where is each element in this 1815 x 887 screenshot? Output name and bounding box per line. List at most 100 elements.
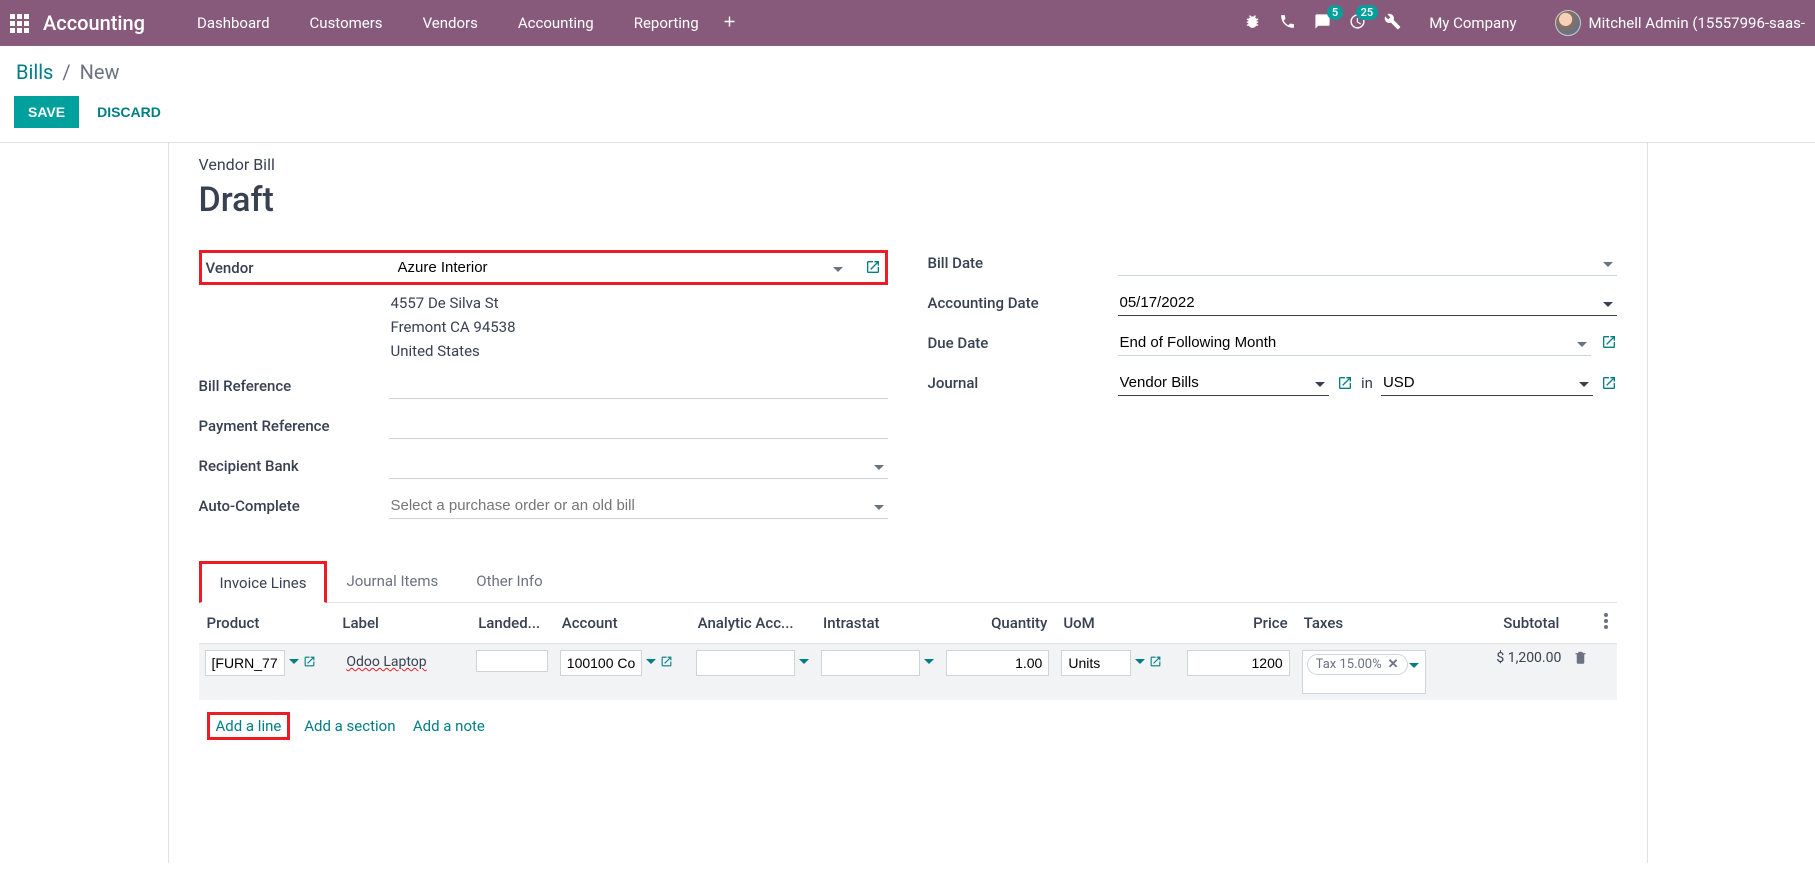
tools-icon[interactable] <box>1384 13 1401 34</box>
label-due-date: Due Date <box>928 330 1118 352</box>
nav-vendors[interactable]: Vendors <box>405 0 496 46</box>
price-input[interactable] <box>1187 650 1290 676</box>
col-price[interactable]: Price <box>1181 603 1296 644</box>
label-cell[interactable]: Odoo Laptop <box>340 650 464 674</box>
payment-reference-input[interactable] <box>389 413 888 439</box>
due-date-input[interactable] <box>1118 330 1591 356</box>
add-line-link[interactable]: Add a line <box>207 712 291 740</box>
bill-reference-input[interactable] <box>389 373 888 399</box>
chevron-down-icon <box>1135 655 1145 671</box>
breadcrumb-current: New <box>80 60 120 84</box>
col-delete <box>1567 603 1595 644</box>
activity-badge: 25 <box>1356 5 1379 20</box>
vendor-address: 4557 De Silva St Fremont CA 94538 United… <box>389 291 888 363</box>
nav-accounting[interactable]: Accounting <box>500 0 612 46</box>
top-nav: Accounting Dashboard Customers Vendors A… <box>0 0 1815 46</box>
analytic-account-input[interactable] <box>696 650 795 676</box>
chat-badge: 5 <box>1327 5 1343 20</box>
company-selector[interactable]: My Company <box>1429 14 1516 32</box>
add-actions-row: Add a line Add a section Add a note <box>199 700 1617 752</box>
bill-date-input[interactable] <box>1118 250 1617 276</box>
breadcrumb: Bills / New <box>0 46 1815 92</box>
tax-chip: Tax 15.00% ✕ <box>1307 654 1408 675</box>
invoice-lines-table: Product Label Landed... Account Analytic… <box>199 603 1617 752</box>
due-date-external-link-icon[interactable] <box>1601 330 1617 354</box>
col-intrastat[interactable]: Intrastat <box>815 603 940 644</box>
recipient-bank-input[interactable] <box>389 453 888 479</box>
nav-customers[interactable]: Customers <box>292 0 401 46</box>
table-row: Odoo Laptop <box>199 644 1617 701</box>
plus-icon[interactable] <box>721 13 738 34</box>
nav-dashboard[interactable]: Dashboard <box>179 0 288 46</box>
label-accounting-date: Accounting Date <box>928 290 1118 312</box>
col-label[interactable]: Label <box>334 603 470 644</box>
col-analytic[interactable]: Analytic Acc... <box>690 603 815 644</box>
add-note-link[interactable]: Add a note <box>413 717 485 735</box>
activity-icon[interactable]: 25 <box>1349 13 1366 34</box>
tax-remove-icon[interactable]: ✕ <box>1388 657 1399 672</box>
col-options[interactable] <box>1596 603 1617 644</box>
vendor-external-link-icon[interactable] <box>865 255 881 279</box>
record-label: Vendor Bill <box>199 155 1617 174</box>
chevron-down-icon <box>799 655 809 671</box>
nav-reporting[interactable]: Reporting <box>616 0 717 46</box>
form-sheet: Vendor Bill Draft Vendor 4557 De Silva S… <box>168 143 1648 863</box>
chevron-down-icon <box>924 655 934 671</box>
journal-in-label: in <box>1361 374 1373 392</box>
chevron-down-icon <box>289 655 299 671</box>
tabs: Invoice Lines Journal Items Other Info <box>199 561 1617 603</box>
form-left-column: Vendor 4557 De Silva St Fremont CA 94538… <box>199 250 888 533</box>
delete-row-icon[interactable] <box>1573 653 1588 669</box>
tab-other-info[interactable]: Other Info <box>457 561 561 602</box>
app-brand[interactable]: Accounting <box>43 11 145 35</box>
taxes-input[interactable]: Tax 15.00% ✕ <box>1302 650 1426 694</box>
accounting-date-input[interactable] <box>1118 290 1617 316</box>
user-name: Mitchell Admin (15557996-saas- <box>1589 14 1805 32</box>
col-product[interactable]: Product <box>199 603 335 644</box>
currency-input[interactable] <box>1381 370 1593 396</box>
action-bar: SAVE DISCARD <box>0 92 1815 143</box>
chat-icon[interactable]: 5 <box>1314 13 1331 34</box>
tab-journal-items[interactable]: Journal Items <box>327 561 457 602</box>
col-subtotal[interactable]: Subtotal <box>1432 603 1568 644</box>
apps-icon[interactable] <box>10 14 29 33</box>
label-payment-reference: Payment Reference <box>199 413 389 435</box>
uom-input[interactable] <box>1061 650 1131 676</box>
vendor-input[interactable] <box>396 255 847 280</box>
account-external-link-icon[interactable] <box>660 655 673 672</box>
col-quantity[interactable]: Quantity <box>940 603 1055 644</box>
user-menu[interactable]: Mitchell Admin (15557996-saas- <box>1555 10 1805 36</box>
label-bill-date: Bill Date <box>928 250 1118 272</box>
save-button[interactable]: SAVE <box>14 96 79 128</box>
product-input[interactable] <box>205 650 285 676</box>
product-external-link-icon[interactable] <box>303 655 316 672</box>
intrastat-input[interactable] <box>821 650 920 676</box>
col-taxes[interactable]: Taxes <box>1296 603 1432 644</box>
journal-input[interactable] <box>1118 370 1330 396</box>
label-bill-reference: Bill Reference <box>199 373 389 395</box>
journal-external-link-icon[interactable] <box>1337 371 1353 395</box>
record-title: Draft <box>199 180 1617 220</box>
add-section-link[interactable]: Add a section <box>304 717 395 735</box>
uom-external-link-icon[interactable] <box>1149 655 1162 672</box>
col-account[interactable]: Account <box>554 603 690 644</box>
chevron-down-icon <box>1409 659 1419 689</box>
form-right-column: Bill Date Accounting Date Due Date <box>928 250 1617 533</box>
discard-button[interactable]: DISCARD <box>97 104 161 120</box>
col-uom[interactable]: UoM <box>1055 603 1180 644</box>
label-journal: Journal <box>928 370 1118 392</box>
landed-cost-input[interactable] <box>476 650 548 672</box>
label-auto-complete: Auto-Complete <box>199 493 389 515</box>
breadcrumb-root[interactable]: Bills <box>16 60 53 84</box>
account-input[interactable] <box>560 650 642 676</box>
subtotal-cell: $ 1,200.00 <box>1432 644 1568 701</box>
col-landed[interactable]: Landed... <box>470 603 554 644</box>
bug-icon[interactable] <box>1244 13 1261 34</box>
currency-external-link-icon[interactable] <box>1601 371 1617 395</box>
tab-invoice-lines[interactable]: Invoice Lines <box>199 561 328 603</box>
label-recipient-bank: Recipient Bank <box>199 453 389 475</box>
phone-icon[interactable] <box>1279 13 1296 34</box>
label-vendor: Vendor <box>206 255 396 277</box>
auto-complete-input[interactable] <box>389 493 888 519</box>
quantity-input[interactable] <box>946 650 1049 676</box>
